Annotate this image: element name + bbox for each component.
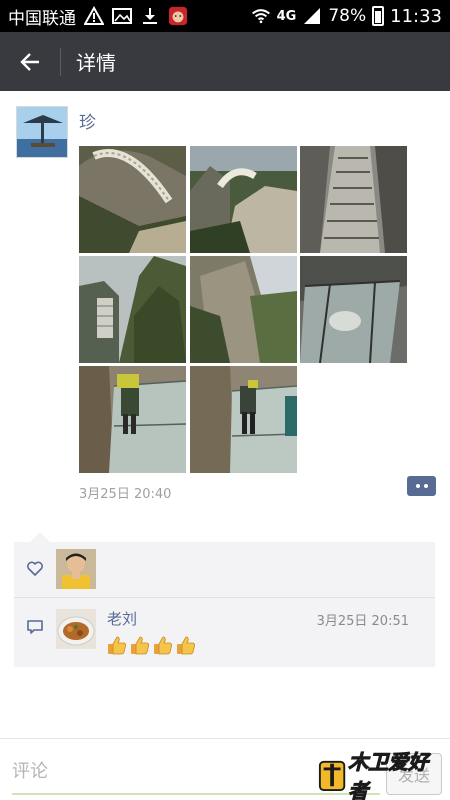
status-bar: 中国联通 4G 78% 11:33	[0, 0, 450, 32]
liker-avatar[interactable]	[56, 549, 96, 589]
clock: 11:33	[390, 5, 442, 27]
battery-percent: 78%	[328, 6, 367, 26]
heart-icon	[27, 561, 43, 576]
dot-icon	[423, 484, 428, 488]
panel-pointer	[30, 532, 50, 542]
avatar-image	[56, 549, 96, 589]
thumbs-up-icon	[177, 636, 195, 655]
photo-image	[300, 146, 407, 253]
post-photo-4[interactable]	[79, 256, 186, 363]
photo-image	[79, 146, 186, 253]
comment-menu-button[interactable]	[407, 476, 436, 496]
app-notification-icon	[168, 6, 188, 26]
photo-image	[300, 256, 407, 363]
carrier-label: 中国联通	[8, 8, 76, 29]
download-icon	[140, 6, 160, 26]
comment-bubble-icon	[27, 620, 43, 634]
wifi-icon	[251, 6, 271, 26]
post-photo-5[interactable]	[190, 256, 297, 363]
comment-item[interactable]: 老刘 3月25日 20:51	[14, 598, 435, 667]
photo-image	[79, 366, 186, 473]
app-bar: 详情	[0, 32, 450, 91]
avatar-image	[17, 107, 67, 157]
back-button[interactable]	[0, 32, 60, 91]
warning-icon	[84, 6, 104, 26]
avatar-image	[56, 609, 96, 649]
back-arrow-icon	[20, 52, 39, 71]
signal-icon	[302, 6, 322, 26]
watermark-logo: 木卫爱好者	[318, 750, 442, 800]
dot-icon	[415, 484, 420, 488]
post-photo-1[interactable]	[79, 146, 186, 253]
post-photo-7[interactable]	[79, 366, 186, 473]
comment-content	[107, 635, 196, 655]
photo-image	[190, 256, 297, 363]
author-avatar[interactable]	[16, 106, 68, 158]
comment-timestamp: 3月25日 20:51	[316, 614, 409, 629]
commenter-avatar[interactable]	[56, 609, 96, 649]
commenter-name[interactable]: 老刘	[107, 608, 137, 629]
post-photo-3[interactable]	[300, 146, 407, 253]
watermark-text: 木卫爱好者	[348, 750, 429, 800]
post-timestamp: 3月25日 20:40	[79, 487, 172, 502]
post-photo-2[interactable]	[190, 146, 297, 253]
watermark-mascot-icon	[318, 760, 346, 791]
photo-image	[79, 256, 186, 363]
author-name[interactable]: 珍	[79, 108, 96, 133]
post-photo-6[interactable]	[300, 256, 407, 363]
page-title: 详情	[76, 51, 116, 75]
image-icon	[112, 6, 132, 26]
post-photo-8[interactable]	[190, 366, 297, 473]
photo-image	[190, 146, 297, 253]
likes-row	[14, 542, 435, 597]
thumbs-up-icon	[131, 636, 149, 655]
interaction-panel: 老刘 3月25日 20:51	[14, 542, 435, 667]
battery-icon	[372, 6, 385, 26]
thumbs-up-icon	[154, 636, 172, 655]
photo-image	[190, 366, 297, 473]
network-type-label: 4G	[276, 8, 297, 24]
thumbs-up-icon	[108, 636, 126, 655]
